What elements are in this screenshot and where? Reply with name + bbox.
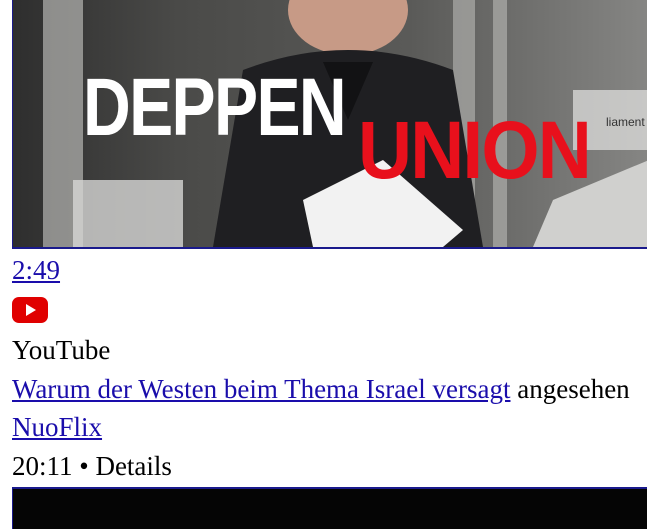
platform-label: YouTube bbox=[12, 335, 111, 365]
details-link[interactable]: Details bbox=[95, 451, 171, 481]
separator: • bbox=[79, 451, 89, 481]
thumbnail-subtitle-text: UNION bbox=[358, 105, 590, 196]
channel-link[interactable]: NuoFlix bbox=[12, 410, 102, 444]
video-title-link[interactable]: Warum der Westen beim Thema Israel versa… bbox=[12, 374, 510, 404]
video-duration: 20:11 bbox=[12, 451, 73, 481]
video-duration-link[interactable]: 2:49 bbox=[12, 253, 60, 287]
history-entry: Warum der Westen beim Thema Israel versa… bbox=[12, 372, 630, 406]
watched-status: angesehen bbox=[517, 374, 630, 404]
video-thumbnail[interactable]: DEPPEN UNION liament bbox=[12, 0, 647, 249]
youtube-icon bbox=[12, 297, 48, 323]
next-video-thumbnail[interactable] bbox=[12, 487, 647, 529]
thumbnail-title-text: DEPPEN bbox=[83, 62, 345, 153]
thumbnail-sign-text: liament bbox=[606, 115, 645, 129]
video-meta: 20:11 • Details bbox=[12, 449, 172, 483]
